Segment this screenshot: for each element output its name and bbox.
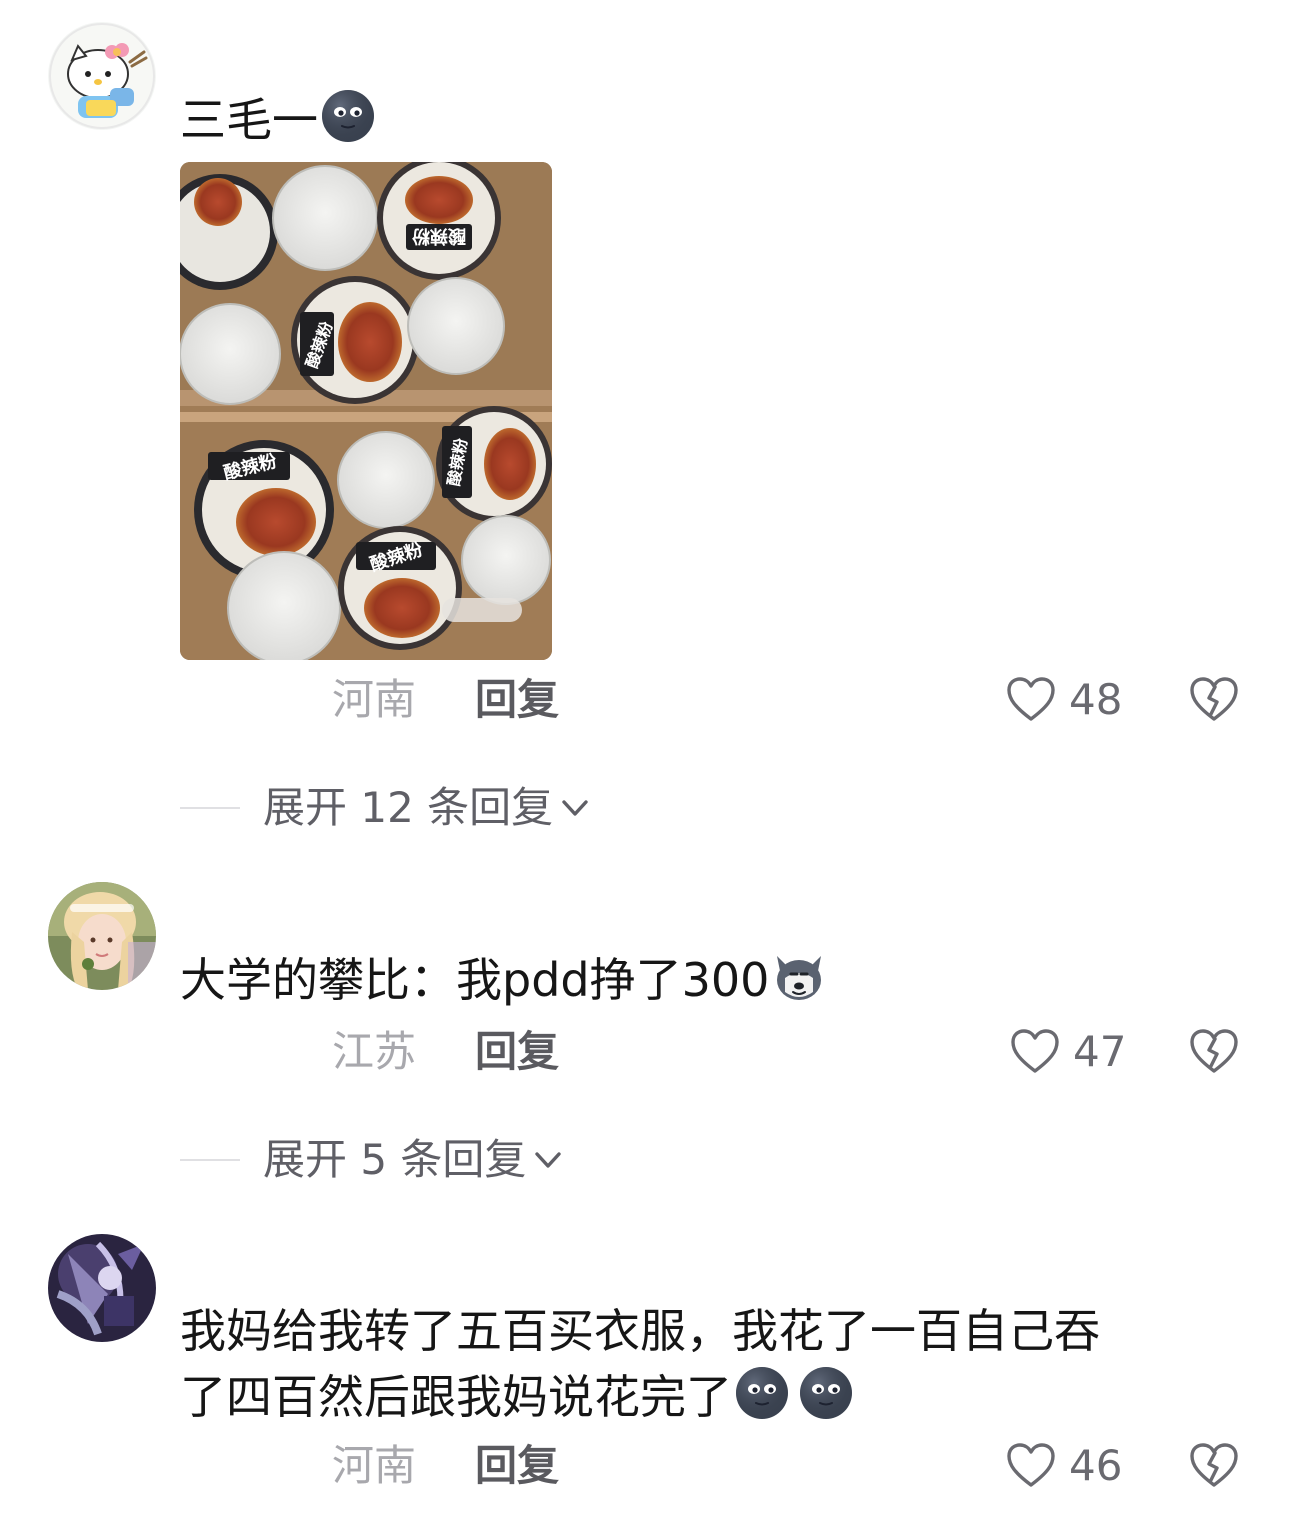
heart-icon [1005, 674, 1057, 726]
like-count: 47 [1073, 1027, 1127, 1076]
chevron-down-icon [530, 1142, 566, 1178]
moon-face-emoji [320, 88, 376, 144]
reply-button[interactable]: 回复 [475, 670, 559, 730]
avatar[interactable] [48, 22, 156, 130]
divider [180, 807, 240, 809]
comment-meta: 江苏 回复 47 [0, 1022, 1290, 1082]
like-button[interactable]: 46 [1005, 1438, 1122, 1494]
like-count: 46 [1069, 1441, 1123, 1490]
heart-icon [1009, 1026, 1061, 1078]
comment-text: 大学的攀比：我pdd挣了300 [180, 953, 770, 1007]
reply-button[interactable]: 回复 [475, 1436, 559, 1496]
comment-text-line: 了四百然后跟我妈说花完了 [180, 1370, 732, 1424]
avatar[interactable] [48, 1234, 156, 1342]
like-button[interactable]: 48 [1005, 672, 1122, 728]
chevron-down-icon [557, 790, 593, 826]
expand-replies-label: 展开 5 条回复 [263, 1135, 527, 1184]
reply-button[interactable]: 回复 [475, 1022, 559, 1082]
husky-dog-emoji [771, 948, 827, 1004]
broken-heart-icon[interactable] [1188, 1026, 1240, 1078]
expand-replies-label: 展开 12 条回复 [263, 783, 554, 832]
expand-replies-button[interactable]: 展开 5 条回复 [0, 1130, 1290, 1190]
comment-text: 三毛一 [180, 93, 318, 147]
comment-content: 三毛一 [180, 88, 1230, 151]
comment-meta: 河南 回复 46 [0, 1436, 1290, 1496]
comment-location: 江苏 [332, 1027, 417, 1076]
svg-text:酸辣粉: 酸辣粉 [412, 225, 466, 247]
like-button[interactable]: 47 [1009, 1024, 1126, 1080]
broken-heart-icon[interactable] [1188, 1440, 1240, 1492]
comment-text-line: 我妈给我转了五百买衣服，我花了一百自己吞 [180, 1304, 1100, 1358]
broken-heart-icon[interactable] [1188, 674, 1240, 726]
avatar[interactable] [48, 882, 156, 990]
heart-icon [1005, 1440, 1057, 1492]
divider [180, 1159, 240, 1161]
comment-content: 我妈给我转了五百买衣服，我花了一百自己吞 了四百然后跟我妈说花完了 [180, 1298, 1230, 1430]
comment-location: 河南 [332, 1441, 417, 1490]
comment-meta: 河南 回复 48 [0, 670, 1290, 730]
expand-replies-button[interactable]: 展开 12 条回复 [0, 778, 1290, 838]
like-count: 48 [1069, 675, 1123, 724]
comment-location: 河南 [332, 675, 417, 724]
comment-image[interactable]: 酸辣粉 酸辣粉 酸辣粉 酸辣粉 酸辣粉 [180, 162, 552, 660]
comment-content: 大学的攀比：我pdd挣了300 [180, 948, 1230, 1011]
moon-face-emoji [798, 1365, 854, 1421]
moon-face-emoji [734, 1365, 790, 1421]
